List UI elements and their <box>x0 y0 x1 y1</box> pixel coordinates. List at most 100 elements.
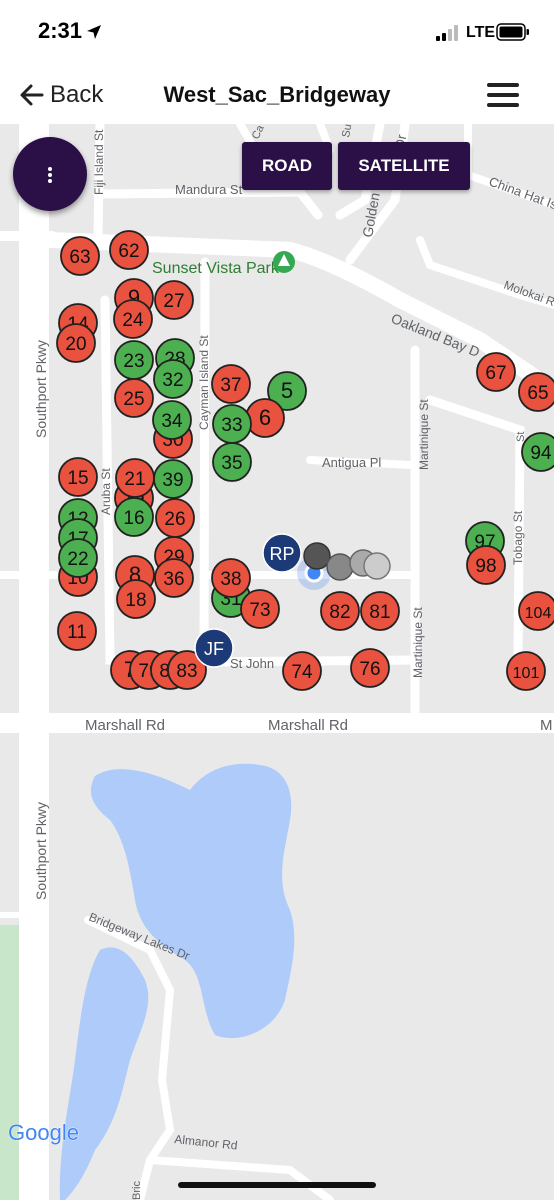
trail-dot <box>363 552 391 580</box>
property-marker[interactable]: 74 <box>282 651 322 691</box>
property-marker-label: 11 <box>67 622 87 643</box>
property-marker[interactable]: 36 <box>154 558 194 598</box>
label-bric: Bric <box>131 1181 143 1200</box>
property-marker[interactable]: 37 <box>211 364 251 404</box>
property-marker[interactable]: 26 <box>155 498 195 538</box>
label-antigua: Antigua Pl <box>322 455 381 470</box>
label-aruba: Aruba St <box>99 468 113 515</box>
property-marker[interactable]: 38 <box>211 558 251 598</box>
property-marker[interactable]: 82 <box>320 591 360 631</box>
label-cayman-island: Cayman Island St <box>197 335 211 430</box>
property-marker-label: 35 <box>221 453 242 474</box>
property-marker[interactable]: 20 <box>56 323 96 363</box>
property-marker-label: 81 <box>369 602 390 623</box>
property-marker[interactable]: 98 <box>466 545 506 585</box>
label-fiji-island: Fiji Island St <box>92 129 106 195</box>
property-marker-label: 76 <box>359 659 380 680</box>
property-marker-label: 104 <box>525 605 552 622</box>
signal-bars-icon <box>436 25 458 41</box>
property-marker-label: 25 <box>123 389 144 410</box>
property-marker-label: 63 <box>69 247 90 268</box>
property-marker[interactable]: 81 <box>360 591 400 631</box>
property-marker-label: 20 <box>65 334 86 355</box>
property-marker[interactable]: 22 <box>58 538 98 578</box>
property-marker-label: 33 <box>221 415 242 436</box>
hamburger-menu-icon[interactable] <box>484 80 522 110</box>
property-marker[interactable]: 101 <box>506 651 546 691</box>
satellite-button[interactable]: SATELLITE <box>338 142 470 190</box>
property-marker-label: 27 <box>163 291 184 312</box>
network-label: LTE <box>466 24 496 41</box>
page-title: West_Sac_Bridgeway <box>163 82 391 107</box>
property-marker-label: 16 <box>123 508 144 529</box>
map-canvas[interactable]: Fiji Island St Mandura St Sunset Vista P… <box>0 124 554 1200</box>
property-marker[interactable]: 35 <box>212 442 252 482</box>
property-marker[interactable]: 15 <box>58 457 98 497</box>
user-marker-rp[interactable]: RP <box>262 533 302 573</box>
property-marker[interactable]: 23 <box>114 340 154 380</box>
label-tobago: Tobago St <box>511 510 525 565</box>
user-marker-label: JF <box>204 639 224 659</box>
property-marker[interactable]: 24 <box>113 299 153 339</box>
user-marker-label: RP <box>269 544 294 564</box>
property-marker-label: 32 <box>162 370 183 391</box>
property-marker-label: 94 <box>530 443 552 464</box>
status-time: 2:31 <box>38 18 83 43</box>
label-sunset-vista: Sunset Vista Park <box>152 260 280 277</box>
property-marker-label: 34 <box>161 411 183 432</box>
battery-icon <box>496 23 529 41</box>
label-southport-bottom: Southport Pkwy <box>33 802 49 900</box>
property-marker-label: 37 <box>220 375 241 396</box>
property-marker[interactable]: 65 <box>518 372 554 412</box>
property-marker[interactable]: 104 <box>518 591 554 631</box>
property-marker[interactable]: 63 <box>60 236 100 276</box>
property-marker-label: 24 <box>122 310 144 331</box>
property-marker[interactable]: 62 <box>109 230 149 270</box>
property-marker[interactable]: 25 <box>114 378 154 418</box>
property-marker[interactable]: 11 <box>57 611 97 651</box>
location-arrow-icon <box>87 25 101 39</box>
property-marker[interactable]: 6 <box>245 398 285 438</box>
road-button[interactable]: ROAD <box>242 142 332 190</box>
status-bar: 2:31 LTE <box>0 0 554 66</box>
map-view[interactable]: Fiji Island St Mandura St Sunset Vista P… <box>0 124 554 1200</box>
property-marker[interactable]: 27 <box>154 280 194 320</box>
label-marshall-right: M <box>540 717 553 734</box>
property-marker-label: 65 <box>527 383 548 404</box>
property-marker-label: 67 <box>485 363 506 384</box>
label-southport-top: Southport Pkwy <box>33 340 49 438</box>
property-marker-label: 22 <box>67 549 88 570</box>
label-st-john: St John <box>230 656 274 671</box>
property-marker[interactable]: 73 <box>240 589 280 629</box>
property-marker[interactable]: 39 <box>153 459 193 499</box>
property-marker[interactable]: 94 <box>521 432 554 472</box>
home-indicator[interactable] <box>178 1182 376 1188</box>
property-marker[interactable]: 32 <box>153 359 193 399</box>
property-marker-label: 98 <box>475 556 496 577</box>
label-marshall-center: Marshall Rd <box>268 717 348 734</box>
property-marker[interactable]: 67 <box>476 352 516 392</box>
property-marker[interactable]: 76 <box>350 648 390 688</box>
park-marker <box>273 251 295 273</box>
property-marker-label: 26 <box>164 509 185 530</box>
property-marker-label: 21 <box>124 469 145 490</box>
property-marker[interactable]: 16 <box>114 497 154 537</box>
property-marker-label: 74 <box>291 662 313 683</box>
google-logo: Google <box>8 1120 79 1145</box>
more-options-button[interactable] <box>13 137 87 211</box>
label-mandura: Mandura St <box>175 182 243 197</box>
property-marker-label: 39 <box>162 470 183 491</box>
property-marker[interactable]: 18 <box>116 579 156 619</box>
property-marker[interactable]: 33 <box>212 404 252 444</box>
label-martinique-top: Martinique St <box>417 399 431 470</box>
property-marker-label: 5 <box>281 378 293 403</box>
property-marker-label: 23 <box>123 351 144 372</box>
label-martinique-bottom: Martinique St <box>411 607 425 678</box>
trail-dot <box>303 542 331 570</box>
property-marker[interactable]: 21 <box>115 458 155 498</box>
property-marker[interactable]: 34 <box>152 400 192 440</box>
property-marker-label: 82 <box>329 602 350 623</box>
property-marker-label: 15 <box>67 468 88 489</box>
label-marshall-left: Marshall Rd <box>85 717 165 734</box>
user-marker-jf[interactable]: JF <box>194 628 234 668</box>
